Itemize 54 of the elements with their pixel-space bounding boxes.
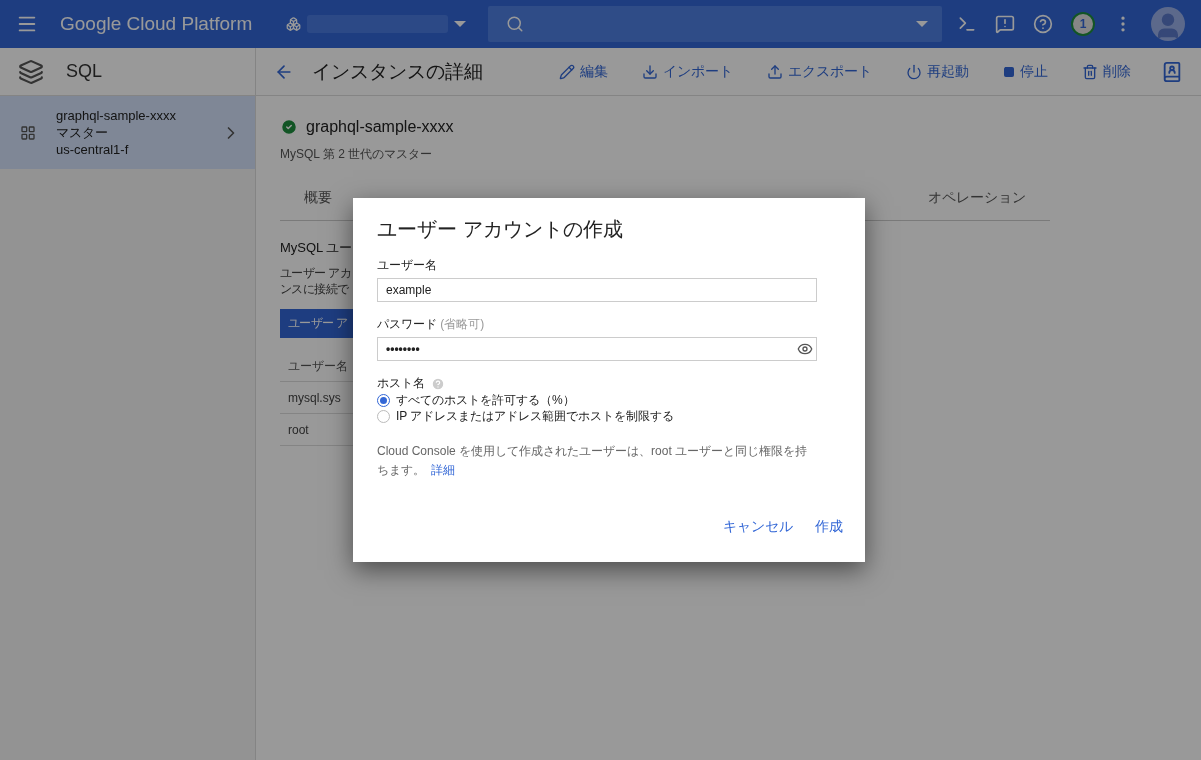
section-text: ンスに接続で	[280, 281, 349, 297]
toolbar-action[interactable]: インポート	[642, 62, 733, 81]
field-label: パスワード (省略可)	[377, 316, 486, 333]
instance-title: graphql-sample-xxxx	[306, 118, 454, 136]
search-icon	[506, 15, 525, 33]
app-title: Google Cloud Platform	[60, 13, 253, 35]
dialog-button[interactable]: キャンセル	[723, 518, 793, 536]
option-label: すべてのホストを許可する（%）	[396, 392, 575, 408]
username-field[interactable]: example	[377, 278, 817, 302]
instance-description: MySQL 第 2 世代のマスター	[280, 146, 434, 163]
instance-role: マスター	[56, 124, 109, 141]
eye-icon[interactable]	[797, 341, 813, 357]
help-icon[interactable]	[1033, 14, 1053, 34]
project-selector[interactable]	[286, 15, 467, 33]
caret-icon[interactable]	[454, 21, 467, 27]
option-label: IP アドレスまたはアドレス範囲でホストを制限する	[396, 408, 675, 424]
avatar[interactable]	[1151, 7, 1185, 41]
page-title: インスタンスの詳細	[312, 59, 483, 84]
field-label: ユーザー名	[377, 257, 438, 274]
product-name: SQL	[66, 61, 103, 82]
instance-name: graphql-sample-xxxx	[56, 107, 177, 124]
password-field[interactable]: ••••••••	[377, 337, 817, 361]
terminal-icon[interactable]	[957, 14, 977, 34]
radio-option[interactable]: IP アドレスまたはアドレス範囲でホストを制限する	[377, 408, 841, 424]
toolbar-action[interactable]: 再起動	[906, 62, 969, 81]
caret-icon[interactable]	[916, 21, 929, 27]
notification-badge[interactable]: 1	[1071, 12, 1095, 36]
tab[interactable]: 概要	[280, 177, 356, 220]
toolbar-action[interactable]: 削除	[1082, 62, 1131, 81]
trash-icon	[1082, 63, 1098, 80]
toolbar-action[interactable]: 停止	[1003, 62, 1048, 81]
section-heading: MySQL ユー	[280, 239, 353, 257]
pencil-icon	[559, 63, 575, 80]
search-field[interactable]	[488, 6, 943, 42]
field-label: ホスト名	[377, 375, 425, 392]
radio-option[interactable]: すべてのホストを許可する（%）	[377, 392, 841, 408]
dialog-title: ユーザー アカウントの作成	[377, 217, 624, 242]
tab[interactable]: オペレーション	[904, 177, 1050, 220]
power-icon	[906, 63, 922, 80]
guide-icon[interactable]	[1161, 60, 1183, 83]
grid-icon	[20, 124, 36, 141]
toolbar-action[interactable]: エクスポート	[767, 62, 872, 81]
instance-zone: us-central1-f	[56, 141, 130, 158]
feedback-icon[interactable]	[995, 14, 1015, 34]
details-link[interactable]: 詳細	[431, 463, 455, 477]
instance-item[interactable]: graphql-sample-xxxx マスター us-central1-f	[0, 96, 255, 169]
dialog-button[interactable]: 作成	[815, 518, 843, 536]
upload-icon	[767, 63, 783, 80]
info-text: Cloud Console を使用して作成されたユーザーは、root ユーザーと同じ権限を持ちます。 詳細	[377, 443, 809, 479]
layers-icon	[18, 58, 44, 85]
download-icon	[642, 63, 658, 80]
toolbar-action[interactable]: 編集	[559, 62, 608, 81]
stop-icon	[1003, 65, 1015, 78]
section-text: ユーザー アカ	[280, 265, 352, 281]
